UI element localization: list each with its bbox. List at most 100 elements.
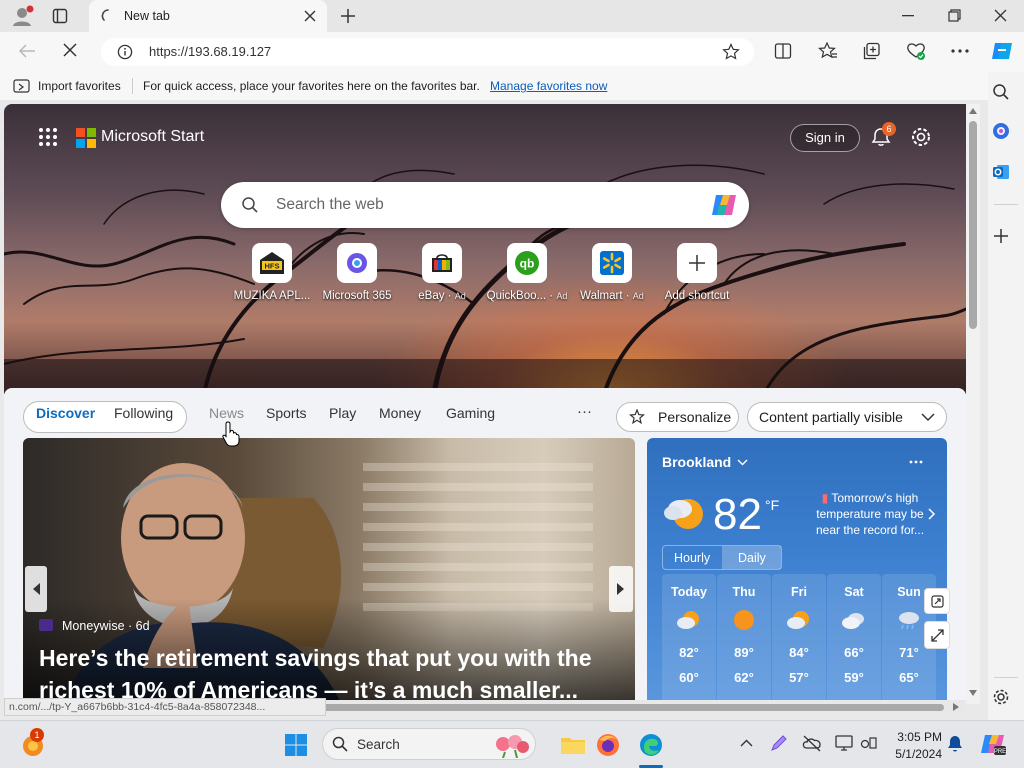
forecast-day[interactable]: Thu 89° 62° [717, 574, 771, 704]
story-source[interactable]: Moneywise · 6d [62, 619, 150, 633]
close-window-button[interactable] [994, 9, 1007, 22]
app-launcher-icon[interactable] [39, 128, 57, 146]
tab-new-tab[interactable]: New tab [89, 0, 327, 32]
site-info-icon[interactable] [117, 44, 133, 60]
pen-icon[interactable] [770, 734, 788, 752]
forecast-day-name: Fri [791, 585, 807, 599]
new-tab-button[interactable] [340, 8, 356, 24]
tip-chevron-right-icon[interactable] [928, 508, 936, 520]
vertical-scroll-thumb[interactable] [969, 121, 977, 329]
quick-link-muzika[interactable]: HFS MUZIKA APL... [230, 243, 314, 302]
forecast-low: 62° [734, 670, 754, 685]
scroll-up-arrow-icon[interactable] [969, 108, 977, 114]
quick-link-microsoft-365[interactable]: Microsoft 365 [315, 243, 399, 302]
show-hidden-icons-chevron-up-icon[interactable] [740, 739, 753, 747]
onedrive-icon[interactable] [802, 734, 822, 752]
content-visibility-dropdown[interactable]: Content partially visible [747, 402, 947, 432]
address-bar[interactable]: https://193.68.19.127 [101, 38, 754, 66]
sidebar-settings-icon[interactable] [992, 688, 1010, 706]
minimize-button[interactable] [902, 15, 914, 17]
quick-link-quickbooks[interactable]: qb QuickBoo... · Ad [485, 243, 569, 302]
stop-loading-button[interactable] [62, 42, 78, 58]
carousel-prev-button[interactable] [25, 566, 47, 612]
sidebar-copilot-icon[interactable] [992, 122, 1010, 140]
brand-title[interactable]: Microsoft Start [101, 128, 204, 146]
windows-start-icon[interactable] [284, 733, 308, 757]
display-icon[interactable] [835, 734, 853, 752]
forecast-day[interactable]: Sat 66° 59° [827, 574, 881, 704]
copilot-taskbar-icon[interactable]: PRE [980, 732, 1006, 756]
sign-in-button[interactable]: Sign in [790, 124, 860, 152]
split-screen-icon[interactable] [774, 42, 792, 60]
quick-link-walmart[interactable]: Walmart · Ad [570, 243, 654, 302]
tab-hourly[interactable]: Hourly [674, 551, 710, 565]
feedback-icon[interactable] [924, 588, 950, 614]
taskbar-search-box[interactable]: Search [322, 728, 536, 760]
tab-following[interactable]: Following [114, 405, 173, 421]
weather-card[interactable]: Brookland 82 °F ▮ Tomorrow's high temper… [647, 438, 947, 704]
sidebar-outlook-icon[interactable] [992, 163, 1010, 181]
search-placeholder[interactable]: Search the web [276, 196, 384, 214]
tab-money[interactable]: Money [379, 405, 421, 421]
sidebar-add-icon[interactable] [993, 228, 1009, 244]
browser-essentials-icon[interactable] [906, 41, 926, 61]
forecast-day[interactable]: Fri 84° 57° [772, 574, 826, 704]
weather-more-icon[interactable] [909, 460, 923, 464]
url-text[interactable]: https://193.68.19.127 [149, 44, 271, 59]
clock-date[interactable]: 5/1/2024 [892, 747, 942, 761]
web-search-box[interactable]: Search the web [221, 182, 749, 228]
carousel-next-button[interactable] [609, 566, 633, 612]
tab-discover[interactable]: Discover [36, 405, 95, 421]
page-settings-icon[interactable] [910, 126, 932, 148]
copilot-icon[interactable] [990, 39, 1014, 63]
favorites-icon[interactable] [818, 42, 838, 60]
profile-icon[interactable] [10, 5, 34, 27]
file-explorer-icon[interactable] [560, 734, 586, 756]
personalize-button[interactable]: Personalize [616, 402, 739, 432]
import-favorites-icon[interactable] [13, 78, 31, 94]
add-favorite-star-icon[interactable] [722, 43, 740, 61]
quick-link-label: Walmart [580, 290, 623, 302]
location-chevron-down-icon[interactable] [737, 459, 748, 466]
weather-tip[interactable]: ▮ Tomorrow's high temperature may be nea… [811, 490, 929, 538]
content-visibility-label: Content partially visible [759, 409, 903, 425]
tab-news[interactable]: News [209, 405, 244, 421]
restore-button[interactable] [948, 9, 961, 22]
firefox-icon[interactable] [595, 732, 621, 758]
temperature-unit[interactable]: °F [765, 497, 779, 513]
more-tabs-button[interactable]: ··· [577, 403, 592, 420]
back-button[interactable] [18, 43, 36, 59]
collections-icon[interactable] [863, 42, 881, 60]
network-icon[interactable] [860, 734, 878, 752]
story-headline[interactable]: Here’s the retirement savings that put y… [39, 642, 592, 704]
expand-icon[interactable] [924, 621, 950, 649]
manage-favorites-link[interactable]: Manage favorites now [490, 79, 607, 93]
edge-taskbar-icon[interactable] [638, 732, 664, 758]
ad-label: Ad [454, 291, 466, 301]
clock-time[interactable]: 3:05 PM [896, 730, 942, 744]
scroll-right-arrow-icon[interactable] [953, 703, 959, 711]
weather-location[interactable]: Brookland [662, 454, 731, 470]
forecast-low: 65° [899, 670, 919, 685]
scroll-down-arrow-icon[interactable] [969, 690, 977, 696]
tab-actions-icon[interactable] [52, 8, 68, 24]
search-icon [241, 196, 259, 214]
notification-bell-icon[interactable] [947, 735, 963, 753]
sunny-icon [734, 610, 754, 630]
tab-title: New tab [124, 9, 170, 23]
more-options-icon[interactable] [951, 49, 969, 53]
sidebar-search-icon[interactable] [992, 83, 1010, 101]
vertical-scrollbar[interactable] [966, 104, 980, 704]
tab-gaming[interactable]: Gaming [446, 405, 495, 421]
tab-daily[interactable]: Daily [738, 551, 766, 565]
forecast-day[interactable]: Today 82° 60° [662, 574, 716, 704]
add-shortcut-button[interactable]: Add shortcut [655, 243, 739, 302]
top-story-card[interactable]: Moneywise · 6d Here’s the retirement sav… [23, 438, 635, 704]
quick-link-ebay[interactable]: eBay · Ad [400, 243, 484, 302]
tab-play[interactable]: Play [329, 405, 356, 421]
walmart-icon [592, 243, 632, 283]
close-tab-icon[interactable] [304, 10, 316, 22]
copilot-search-icon[interactable] [710, 192, 738, 218]
import-favorites-button[interactable]: Import favorites [38, 79, 121, 93]
tab-sports[interactable]: Sports [266, 405, 306, 421]
